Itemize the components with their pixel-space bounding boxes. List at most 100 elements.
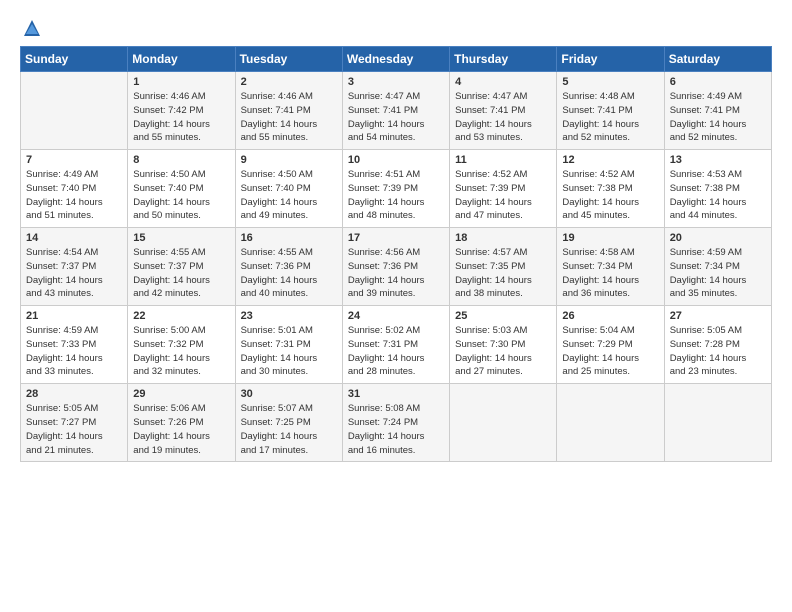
calendar-cell: 13 Sunrise: 4:53 AM Sunset: 7:38 PM Dayli… [664, 150, 771, 228]
calendar-cell: 23Sunrise: 5:01 AM Sunset: 7:31 PM Dayli… [235, 306, 342, 384]
day-info: Sunrise: 4:57 AM Sunset: 7:35 PM Dayligh… [455, 246, 551, 301]
day-info: Sunrise: 5:06 AM Sunset: 7:26 PM Dayligh… [133, 402, 229, 457]
day-number: 22 [133, 310, 229, 322]
day-number: 18 [455, 232, 551, 244]
day-number: 16 [241, 232, 337, 244]
header-sunday: Sunday [21, 47, 128, 72]
day-number: 23 [241, 310, 337, 322]
day-number: 30 [241, 388, 337, 400]
day-number: 20 [670, 232, 766, 244]
calendar-cell: 10 Sunrise: 4:51 AM Sunset: 7:39 PM Dayli… [342, 150, 449, 228]
logo-icon [22, 18, 42, 38]
calendar-cell: 28 Sunrise: 5:05 AM Sunset: 7:27 PM Dayli… [21, 384, 128, 462]
day-number: 13 [670, 154, 766, 166]
day-number: 28 [26, 388, 122, 400]
day-number: 4 [455, 76, 551, 88]
day-info: Sunrise: 4:47 AM Sunset: 7:41 PM Dayligh… [348, 90, 444, 145]
calendar-week-2: 14Sunrise: 4:54 AM Sunset: 7:37 PM Dayli… [21, 228, 772, 306]
day-info: Sunrise: 4:59 AM Sunset: 7:34 PM Dayligh… [670, 246, 766, 301]
day-number: 24 [348, 310, 444, 322]
header-thursday: Thursday [450, 47, 557, 72]
calendar-cell: 21 Sunrise: 4:59 AM Sunset: 7:33 PM Dayli… [21, 306, 128, 384]
day-info: Sunrise: 4:49 AM Sunset: 7:40 PM Dayligh… [26, 168, 122, 223]
calendar-week-1: 7 Sunrise: 4:49 AM Sunset: 7:40 PM Daylig… [21, 150, 772, 228]
day-info: Sunrise: 4:46 AM Sunset: 7:41 PM Dayligh… [241, 90, 337, 145]
calendar-cell: 29 Sunrise: 5:06 AM Sunset: 7:26 PM Dayli… [128, 384, 235, 462]
day-number: 31 [348, 388, 444, 400]
day-number: 5 [562, 76, 658, 88]
day-info: Sunrise: 4:50 AM Sunset: 7:40 PM Dayligh… [241, 168, 337, 223]
day-number: 26 [562, 310, 658, 322]
calendar-cell: 19Sunrise: 4:58 AM Sunset: 7:34 PM Dayli… [557, 228, 664, 306]
day-info: Sunrise: 4:56 AM Sunset: 7:36 PM Dayligh… [348, 246, 444, 301]
header-friday: Friday [557, 47, 664, 72]
day-info: Sunrise: 4:48 AM Sunset: 7:41 PM Dayligh… [562, 90, 658, 145]
calendar-cell [557, 384, 664, 462]
calendar-cell: 17 Sunrise: 4:56 AM Sunset: 7:36 PM Dayli… [342, 228, 449, 306]
header-tuesday: Tuesday [235, 47, 342, 72]
calendar-cell: 6 Sunrise: 4:49 AM Sunset: 7:41 PM Daylig… [664, 72, 771, 150]
day-info: Sunrise: 4:46 AM Sunset: 7:42 PM Dayligh… [133, 90, 229, 145]
calendar-cell: 1 Sunrise: 4:46 AM Sunset: 7:42 PM Daylig… [128, 72, 235, 150]
calendar-cell [21, 72, 128, 150]
calendar-cell: 22 Sunrise: 5:00 AM Sunset: 7:32 PM Dayli… [128, 306, 235, 384]
day-number: 12 [562, 154, 658, 166]
day-number: 17 [348, 232, 444, 244]
day-info: Sunrise: 4:47 AM Sunset: 7:41 PM Dayligh… [455, 90, 551, 145]
day-number: 25 [455, 310, 551, 322]
calendar-cell: 3 Sunrise: 4:47 AM Sunset: 7:41 PM Daylig… [342, 72, 449, 150]
day-number: 8 [133, 154, 229, 166]
calendar-cell: 30 Sunrise: 5:07 AM Sunset: 7:25 PM Dayli… [235, 384, 342, 462]
calendar-cell: 24 Sunrise: 5:02 AM Sunset: 7:31 PM Dayli… [342, 306, 449, 384]
day-number: 2 [241, 76, 337, 88]
calendar-cell: 15Sunrise: 4:55 AM Sunset: 7:37 PM Dayli… [128, 228, 235, 306]
calendar-week-3: 21 Sunrise: 4:59 AM Sunset: 7:33 PM Dayli… [21, 306, 772, 384]
day-info: Sunrise: 5:05 AM Sunset: 7:28 PM Dayligh… [670, 324, 766, 379]
calendar-cell: 11Sunrise: 4:52 AM Sunset: 7:39 PM Dayli… [450, 150, 557, 228]
header [20, 18, 772, 38]
day-number: 9 [241, 154, 337, 166]
calendar-cell: 9 Sunrise: 4:50 AM Sunset: 7:40 PM Daylig… [235, 150, 342, 228]
calendar-table: SundayMondayTuesdayWednesdayThursdayFrid… [20, 46, 772, 462]
header-monday: Monday [128, 47, 235, 72]
calendar-cell [450, 384, 557, 462]
calendar-cell: 31Sunrise: 5:08 AM Sunset: 7:24 PM Dayli… [342, 384, 449, 462]
day-info: Sunrise: 5:04 AM Sunset: 7:29 PM Dayligh… [562, 324, 658, 379]
day-number: 3 [348, 76, 444, 88]
calendar-cell: 27 Sunrise: 5:05 AM Sunset: 7:28 PM Dayli… [664, 306, 771, 384]
day-number: 21 [26, 310, 122, 322]
day-info: Sunrise: 4:59 AM Sunset: 7:33 PM Dayligh… [26, 324, 122, 379]
day-info: Sunrise: 4:49 AM Sunset: 7:41 PM Dayligh… [670, 90, 766, 145]
calendar-cell: 5 Sunrise: 4:48 AM Sunset: 7:41 PM Daylig… [557, 72, 664, 150]
day-info: Sunrise: 4:52 AM Sunset: 7:38 PM Dayligh… [562, 168, 658, 223]
day-info: Sunrise: 4:51 AM Sunset: 7:39 PM Dayligh… [348, 168, 444, 223]
day-info: Sunrise: 5:07 AM Sunset: 7:25 PM Dayligh… [241, 402, 337, 457]
day-info: Sunrise: 4:53 AM Sunset: 7:38 PM Dayligh… [670, 168, 766, 223]
day-info: Sunrise: 5:03 AM Sunset: 7:30 PM Dayligh… [455, 324, 551, 379]
day-number: 10 [348, 154, 444, 166]
calendar-cell: 4 Sunrise: 4:47 AM Sunset: 7:41 PM Daylig… [450, 72, 557, 150]
calendar-cell: 12 Sunrise: 4:52 AM Sunset: 7:38 PM Dayli… [557, 150, 664, 228]
day-info: Sunrise: 5:02 AM Sunset: 7:31 PM Dayligh… [348, 324, 444, 379]
day-info: Sunrise: 5:00 AM Sunset: 7:32 PM Dayligh… [133, 324, 229, 379]
day-info: Sunrise: 4:54 AM Sunset: 7:37 PM Dayligh… [26, 246, 122, 301]
logo [20, 18, 42, 38]
day-info: Sunrise: 5:05 AM Sunset: 7:27 PM Dayligh… [26, 402, 122, 457]
page: SundayMondayTuesdayWednesdayThursdayFrid… [0, 0, 792, 612]
calendar-cell: 8 Sunrise: 4:50 AM Sunset: 7:40 PM Daylig… [128, 150, 235, 228]
calendar-header-row: SundayMondayTuesdayWednesdayThursdayFrid… [21, 47, 772, 72]
header-wednesday: Wednesday [342, 47, 449, 72]
day-info: Sunrise: 4:52 AM Sunset: 7:39 PM Dayligh… [455, 168, 551, 223]
calendar-week-4: 28 Sunrise: 5:05 AM Sunset: 7:27 PM Dayli… [21, 384, 772, 462]
day-number: 6 [670, 76, 766, 88]
calendar-cell: 25 Sunrise: 5:03 AM Sunset: 7:30 PM Dayli… [450, 306, 557, 384]
day-number: 29 [133, 388, 229, 400]
day-number: 19 [562, 232, 658, 244]
day-number: 27 [670, 310, 766, 322]
header-saturday: Saturday [664, 47, 771, 72]
day-number: 1 [133, 76, 229, 88]
calendar-cell: 20 Sunrise: 4:59 AM Sunset: 7:34 PM Dayli… [664, 228, 771, 306]
day-number: 7 [26, 154, 122, 166]
day-info: Sunrise: 4:50 AM Sunset: 7:40 PM Dayligh… [133, 168, 229, 223]
calendar-cell: 18 Sunrise: 4:57 AM Sunset: 7:35 PM Dayli… [450, 228, 557, 306]
